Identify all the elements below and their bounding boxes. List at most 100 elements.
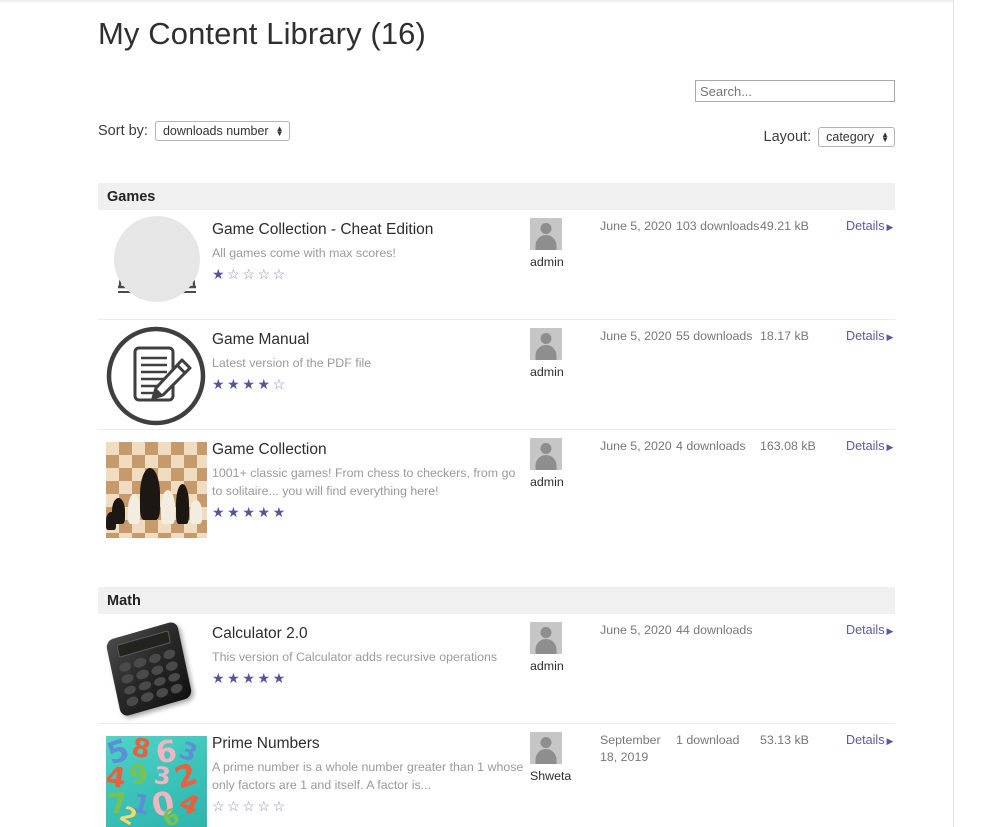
item-title[interactable]: Game Collection - Cheat Edition (212, 220, 530, 239)
item-size (760, 614, 846, 622)
avatar (530, 732, 562, 764)
table-row[interactable]: Game Collection 1001+ classic games! Fro… (98, 430, 895, 540)
star-empty-icon[interactable]: ☆ (257, 798, 272, 814)
star-filled-icon[interactable]: ★ (227, 376, 242, 392)
caret-right-icon: ▶ (886, 222, 894, 232)
item-downloads: 44 downloads (676, 614, 760, 639)
item-description: 1001+ classic games! From chess to check… (212, 466, 516, 498)
item-author: admin (530, 320, 600, 379)
item-title[interactable]: Prime Numbers (212, 734, 530, 753)
page-title: My Content Library (16) (98, 16, 426, 51)
rating-stars[interactable]: ★☆☆☆☆ (212, 266, 530, 282)
layout-select[interactable]: category ▲ ▼ (818, 127, 895, 147)
table-row[interactable]: Game Collection - Cheat Edition All game… (98, 210, 895, 320)
item-info: Game Collection 1001+ classic games! Fro… (212, 430, 530, 520)
star-filled-icon[interactable]: ★ (273, 670, 288, 686)
size-text: 18.17 kB (760, 329, 809, 343)
details-link[interactable]: Details ▶ (846, 623, 893, 637)
details-link[interactable]: Details ▶ (846, 219, 893, 233)
star-empty-icon[interactable]: ☆ (257, 266, 272, 282)
downloads-text: 44 downloads (676, 623, 753, 637)
item-info: Calculator 2.0 This version of Calculato… (212, 614, 530, 686)
date-text: June 5, 2020 (600, 329, 672, 343)
table-row[interactable]: Game Manual Latest version of the PDF fi… (98, 320, 895, 430)
item-date: June 5, 2020 (600, 210, 676, 235)
chess-board-image (106, 442, 207, 538)
category-games: Games Game Collection - Cheat Edition Al… (98, 183, 895, 540)
item-date: June 5, 2020 (600, 614, 676, 639)
item-title[interactable]: Game Manual (212, 330, 530, 349)
details-link[interactable]: Details ▶ (846, 733, 893, 747)
table-row[interactable]: Calculator 2.0 This version of Calculato… (98, 614, 895, 724)
star-filled-icon[interactable]: ★ (257, 376, 272, 392)
search-input[interactable] (695, 80, 895, 102)
layout-control: Layout: category ▲ ▼ (764, 119, 895, 147)
star-empty-icon[interactable]: ☆ (242, 798, 257, 814)
item-date: September 18, 2019 (600, 724, 676, 766)
item-details: Details ▶ (846, 724, 895, 749)
star-filled-icon[interactable]: ★ (273, 504, 288, 520)
star-filled-icon[interactable]: ★ (242, 376, 257, 392)
star-filled-icon[interactable]: ★ (242, 670, 257, 686)
rating-stars[interactable]: ★★★★★ (212, 504, 530, 520)
star-empty-icon[interactable]: ☆ (273, 266, 288, 282)
star-empty-icon[interactable]: ☆ (273, 376, 288, 392)
item-info: Game Manual Latest version of the PDF fi… (212, 320, 530, 392)
sort-select[interactable]: downloads number ▲ ▼ (154, 121, 290, 141)
rating-stars[interactable]: ★★★★☆ (212, 376, 530, 392)
content-container: My Content Library (16) Sort by: downloa… (98, 0, 895, 827)
item-downloads: 1 download (676, 724, 760, 749)
star-empty-icon[interactable]: ☆ (242, 266, 257, 282)
rating-stars[interactable]: ★★★★★ (212, 670, 530, 686)
item-title[interactable]: Calculator 2.0 (212, 624, 530, 643)
star-filled-icon[interactable]: ★ (212, 504, 227, 520)
star-filled-icon[interactable]: ★ (227, 670, 242, 686)
star-empty-icon[interactable]: ☆ (273, 798, 288, 814)
item-thumbnail[interactable] (98, 430, 212, 538)
chevron-updown-icon: ▲ ▼ (275, 124, 284, 138)
details-link[interactable]: Details ▶ (846, 439, 893, 453)
category-header: Math (98, 587, 895, 614)
avatar (530, 328, 562, 360)
item-title[interactable]: Game Collection (212, 440, 530, 459)
star-empty-icon[interactable]: ☆ (212, 798, 227, 814)
avatar (530, 622, 562, 654)
table-row[interactable]: 5 8 6 3 4 9 3 2 7 1 0 4 2 6 Prime Number… (98, 724, 895, 827)
downloads-text: 103 downloads (676, 219, 760, 233)
star-filled-icon[interactable]: ★ (212, 670, 227, 686)
star-empty-icon[interactable]: ☆ (227, 798, 242, 814)
item-details: Details ▶ (846, 320, 895, 345)
calculator-image (105, 620, 207, 718)
star-filled-icon[interactable]: ★ (257, 670, 272, 686)
details-label: Details (846, 623, 885, 637)
star-filled-icon[interactable]: ★ (242, 504, 257, 520)
author-name: admin (530, 659, 564, 673)
star-filled-icon[interactable]: ★ (227, 504, 242, 520)
details-link[interactable]: Details ▶ (846, 329, 893, 343)
star-filled-icon[interactable]: ★ (212, 376, 227, 392)
foam-numbers-image: 5 8 6 3 4 9 3 2 7 1 0 4 2 6 (106, 736, 207, 827)
star-filled-icon[interactable]: ★ (257, 504, 272, 520)
item-author: admin (530, 614, 600, 673)
size-text: 53.13 kB (760, 733, 809, 747)
item-size: 18.17 kB (760, 320, 846, 345)
caret-right-icon: ▶ (886, 626, 894, 636)
author-name: admin (530, 365, 564, 379)
gauge-icon-background (114, 216, 200, 302)
downloads-text: 55 downloads (676, 329, 753, 343)
rating-stars[interactable]: ☆☆☆☆☆ (212, 798, 530, 814)
date-text: June 5, 2020 (600, 439, 672, 453)
star-empty-icon[interactable]: ☆ (227, 266, 242, 282)
item-thumbnail[interactable] (98, 614, 212, 718)
star-filled-icon[interactable]: ★ (212, 266, 227, 282)
details-label: Details (846, 439, 885, 453)
item-description: All games come with max scores! (212, 246, 396, 260)
item-info: Prime Numbers A prime number is a whole … (212, 724, 530, 814)
item-date: June 5, 2020 (600, 320, 676, 345)
caret-right-icon: ▶ (886, 332, 894, 342)
size-text: 163.08 kB (760, 439, 816, 453)
item-thumbnail[interactable] (98, 320, 212, 426)
item-thumbnail[interactable] (98, 210, 212, 312)
item-thumbnail[interactable]: 5 8 6 3 4 9 3 2 7 1 0 4 2 6 (98, 724, 212, 827)
item-description: This version of Calculator adds recursiv… (212, 650, 498, 664)
